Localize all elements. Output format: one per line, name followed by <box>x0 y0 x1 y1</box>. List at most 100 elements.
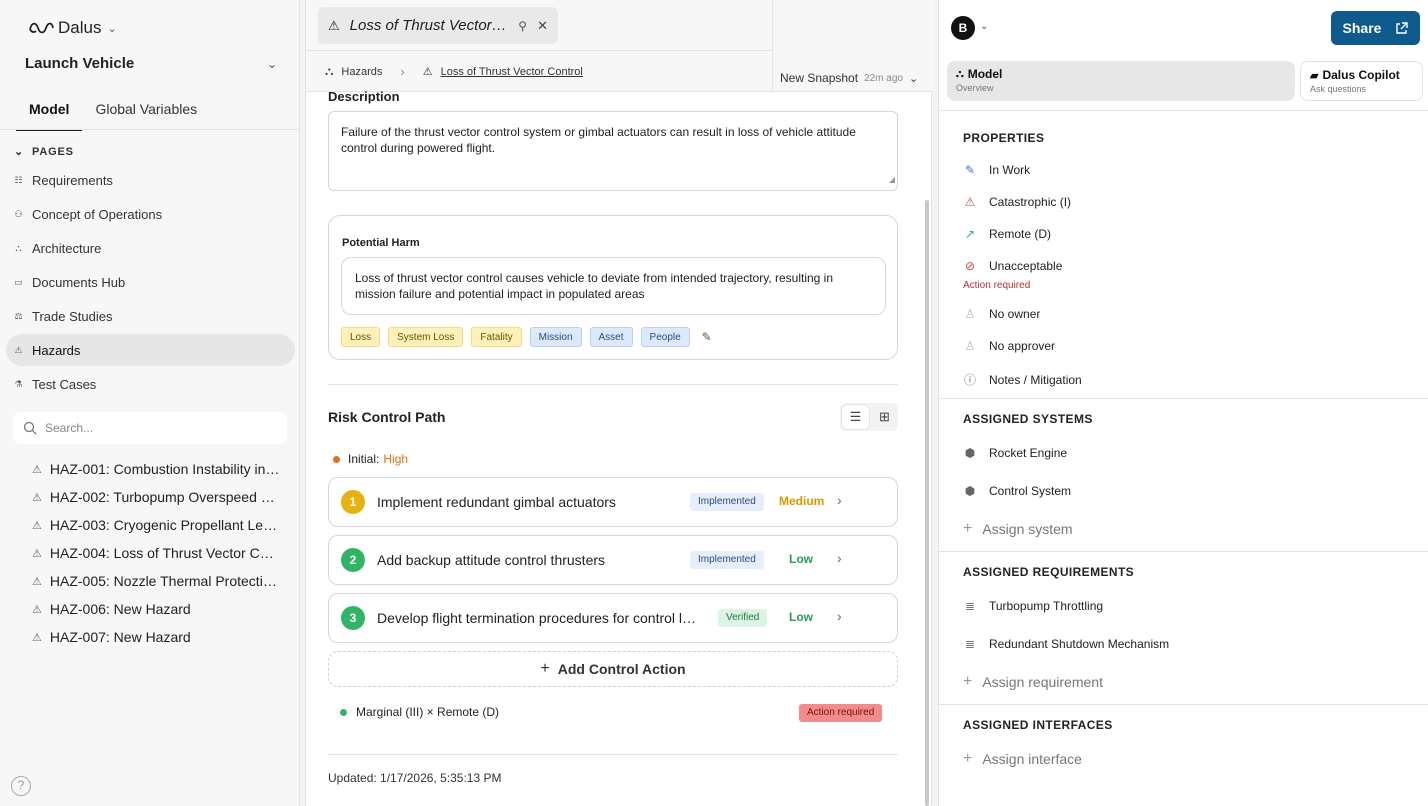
status-dot-icon <box>340 708 347 716</box>
chevron-right-icon[interactable]: › <box>837 492 842 508</box>
potential-harm-card: Potential Harm Loss of thrust vector con… <box>328 215 898 360</box>
pages-section-toggle[interactable]: ⌄ PAGES <box>14 145 74 159</box>
warning-icon: ⚠ <box>32 603 42 616</box>
sidebar-item-concept-of-operations[interactable]: ⚇ Concept of Operations <box>6 198 295 230</box>
add-control-action-button[interactable]: + Add Control Action <box>328 651 898 687</box>
resize-handle-icon[interactable]: ◢ <box>889 172 895 188</box>
divider <box>328 754 898 755</box>
sidebar-item-label: Trade Studies <box>32 308 113 324</box>
pin-icon[interactable]: ⚲ <box>518 19 527 33</box>
assigned-systems-header: ASSIGNED SYSTEMS <box>963 412 1093 426</box>
acceptability-property[interactable]: ⊘ Unacceptable <box>963 259 1062 273</box>
list-item[interactable]: ⚠ HAZ-007: New Hazard <box>32 623 280 651</box>
info-icon: ⓘ <box>963 373 976 387</box>
description-field[interactable]: Failure of the thrust vector control sys… <box>328 111 898 191</box>
sidebar-item-test-cases[interactable]: ⚗ Test Cases <box>6 368 295 400</box>
initial-label: Initial: <box>348 452 380 466</box>
assigned-system-item[interactable]: ⬢ Control System <box>963 484 1071 498</box>
status-dot-icon <box>333 455 340 463</box>
assigned-requirement-item[interactable]: ≣ Redundant Shutdown Mechanism <box>963 637 1169 651</box>
list-item[interactable]: ⚠ HAZ-004: Loss of Thrust Vector Control <box>32 539 280 567</box>
chevron-right-icon[interactable]: › <box>837 608 842 624</box>
action-title: Develop flight termination procedures fo… <box>377 610 703 626</box>
assign-requirement-button[interactable]: + Assign requirement <box>963 673 1103 691</box>
severity-property[interactable]: ⚠ Catastrophic (I) <box>963 195 1071 209</box>
divider <box>939 551 1428 552</box>
owner-property[interactable]: ♙ No owner <box>963 307 1041 321</box>
notes-property[interactable]: ⓘ Notes / Mitigation <box>963 371 1082 388</box>
help-icon[interactable]: ? <box>11 776 31 796</box>
control-action-row[interactable]: 2 Add backup attitude control thrusters … <box>328 535 898 585</box>
tab-model-overview[interactable]: ⛬ Model Overview <box>947 61 1295 101</box>
sidebar-item-architecture[interactable]: ⛬ Architecture <box>6 232 295 264</box>
tab-title: Loss of Thrust Vector Control <box>349 17 509 34</box>
tag-chip[interactable]: Asset <box>589 327 633 347</box>
control-action-row[interactable]: 1 Implement redundant gimbal actuators I… <box>328 477 898 527</box>
breadcrumb-root[interactable]: Hazards <box>341 66 382 78</box>
tag-chip[interactable]: System Loss <box>388 327 464 347</box>
breadcrumb-current[interactable]: Loss of Thrust Vector Control <box>441 66 583 78</box>
snapshot-selector[interactable]: New Snapshot 22m ago ⌄ <box>780 71 918 85</box>
property-value: No owner <box>989 307 1041 321</box>
list-item[interactable]: ⚠ HAZ-002: Turbopump Overspeed Condition <box>32 483 280 511</box>
hazard-list: ⚠ HAZ-001: Combustion Instability in Main… <box>32 455 280 651</box>
control-action-row[interactable]: 3 Develop flight termination procedures … <box>328 593 898 643</box>
approver-property[interactable]: ♙ No approver <box>963 339 1055 353</box>
tag-chip[interactable]: Mission <box>529 327 582 347</box>
chevron-down-icon[interactable]: ⌄ <box>980 21 988 32</box>
project-name: Launch Vehicle <box>25 55 135 72</box>
project-selector[interactable]: Launch Vehicle ⌄ <box>25 55 277 72</box>
hierarchy-icon: ⛬ <box>956 67 964 80</box>
sidebar-item-label: Concept of Operations <box>32 206 163 222</box>
potential-harm-field[interactable]: Loss of thrust vector control causes veh… <box>341 257 886 315</box>
list-view-icon[interactable]: ☰ <box>842 405 869 429</box>
tag-chip[interactable]: Loss <box>341 327 381 347</box>
likelihood-property[interactable]: ↗ Remote (D) <box>963 227 1051 241</box>
hazard-label: HAZ-001: Combustion Instability in Main … <box>49 461 280 477</box>
pencil-icon[interactable]: ✎ <box>702 330 712 344</box>
document-icon: ≣ <box>964 599 976 613</box>
chevron-right-icon[interactable]: › <box>837 550 842 566</box>
properties-panel: B ⌄ Share ⛬ Model Overview ▰ Dalus Copilot… <box>938 0 1428 806</box>
plus-icon: + <box>963 520 973 537</box>
list-item[interactable]: ⚠ HAZ-001: Combustion Instability in Main… <box>32 455 280 483</box>
step-number: 1 <box>341 490 365 514</box>
brand-switcher[interactable]: Dalus ⌄ <box>28 18 117 38</box>
sidebar-item-label: Test Cases <box>32 376 97 392</box>
assigned-requirement-item[interactable]: ≣ Turbopump Throttling <box>963 599 1103 613</box>
avatar[interactable]: B <box>951 16 975 40</box>
list-item[interactable]: ⚠ HAZ-005: Nozzle Thermal Protection Fail… <box>32 567 280 595</box>
grid-view-icon[interactable]: ⊞ <box>871 403 898 431</box>
tab-hazard[interactable]: ⚠ Loss of Thrust Vector Control ⚲ ✕ <box>318 7 558 44</box>
divider <box>939 704 1428 705</box>
scrollbar[interactable] <box>925 200 929 806</box>
status-property[interactable]: ✎ In Work <box>963 163 1030 177</box>
assigned-system-item[interactable]: ⬢ Rocket Engine <box>963 446 1067 460</box>
sidebar-item-documents-hub[interactable]: ▭ Documents Hub <box>6 266 295 298</box>
sidebar-item-hazards[interactable]: ⚠ Hazards <box>6 334 295 366</box>
divider <box>306 50 772 51</box>
tag-chip[interactable]: People <box>640 327 690 347</box>
assign-system-button[interactable]: + Assign system <box>963 520 1073 538</box>
tag-chip[interactable]: Fatality <box>471 327 522 347</box>
sidebar-tabs: Model Global Variables <box>16 96 210 131</box>
list-item[interactable]: ⚠ HAZ-003: Cryogenic Propellant Leakage <box>32 511 280 539</box>
share-label: Share <box>1342 20 1382 36</box>
plus-icon: + <box>963 673 973 690</box>
tab-model[interactable]: Model <box>16 96 83 131</box>
pages-nav: ☷ Requirements ⚇ Concept of Operations ⛬ Ar… <box>6 164 295 402</box>
tab-global-variables[interactable]: Global Variables <box>82 96 210 131</box>
list-item[interactable]: ⚠ HAZ-006: New Hazard <box>32 595 280 623</box>
view-toggle: ☰ ⊞ <box>840 403 898 431</box>
warning-icon: ⚠ <box>32 547 42 560</box>
share-button[interactable]: Share <box>1331 11 1420 45</box>
sidebar-item-requirements[interactable]: ☷ Requirements <box>6 164 295 196</box>
hazard-label: HAZ-007: New Hazard <box>49 629 191 645</box>
assign-interface-button[interactable]: + Assign interface <box>963 750 1082 768</box>
close-icon[interactable]: ✕ <box>537 18 548 34</box>
tab-dalus-copilot[interactable]: ▰ Dalus Copilot Ask questions <box>1300 61 1423 101</box>
sidebar-item-trade-studies[interactable]: ⚖ Trade Studies <box>6 300 295 332</box>
hazard-search-input[interactable]: Search... <box>13 412 287 444</box>
system-name: Rocket Engine <box>989 446 1068 460</box>
trending-up-icon: ↗ <box>964 227 976 241</box>
